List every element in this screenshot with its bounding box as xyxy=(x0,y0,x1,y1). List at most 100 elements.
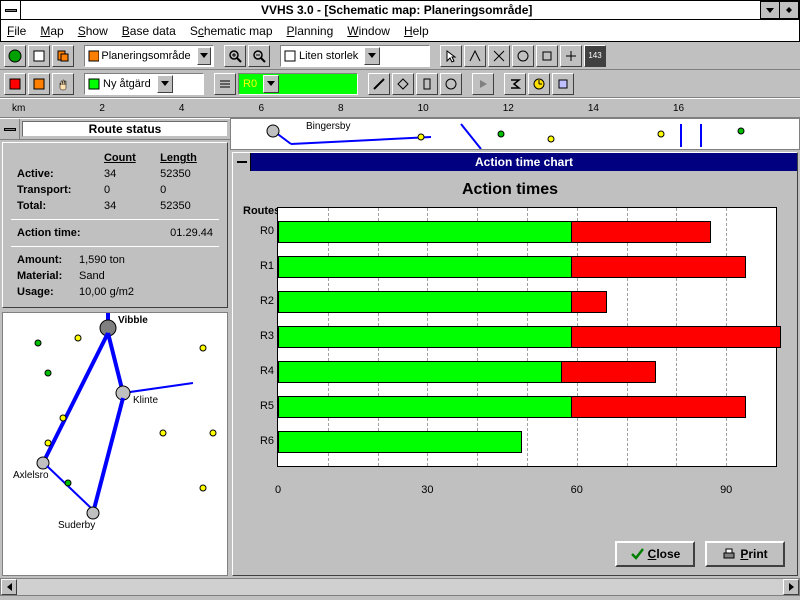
menu-schematic-map[interactable]: Schematic map xyxy=(190,24,273,38)
size-combo-text: Liten storlek xyxy=(297,50,364,62)
bar-label: R0 xyxy=(250,225,274,237)
play-icon[interactable] xyxy=(472,73,494,95)
bar-segment-green xyxy=(278,256,572,278)
list-icon[interactable] xyxy=(214,73,236,95)
value-total-count: 34 xyxy=(100,199,154,213)
tool-c2-icon[interactable] xyxy=(416,73,438,95)
tool-x5-icon[interactable] xyxy=(560,45,582,67)
line-icon[interactable] xyxy=(368,73,390,95)
chart-window: Action time chart Action times Routes 03… xyxy=(232,152,798,576)
route-status-panel: Count Length Active: 34 52350 Transport:… xyxy=(2,142,228,308)
dropdown-icon[interactable] xyxy=(364,47,380,65)
label-amount: Amount: xyxy=(13,253,73,267)
dropdown-icon[interactable] xyxy=(157,75,173,93)
menu-show[interactable]: Show xyxy=(78,24,108,38)
menu-file[interactable]: File xyxy=(7,24,26,38)
size-combo[interactable]: Liten storlek xyxy=(280,45,430,67)
schematic-map[interactable]: Vibble Klinte Axlelsro Suderby xyxy=(2,312,228,576)
tool-copy-icon[interactable] xyxy=(52,45,74,67)
right-panel: Bingersby Action time chart Action times… xyxy=(230,118,800,578)
print-button[interactable]: Print xyxy=(705,541,785,567)
action-combo[interactable]: Ny åtgärd xyxy=(84,73,204,95)
bar-segment-green xyxy=(278,396,572,418)
bar-segment-green xyxy=(278,221,572,243)
map-label: Axlelsro xyxy=(13,470,49,481)
bar-segment-red xyxy=(572,221,711,243)
chart-window-title: Action time chart xyxy=(251,155,797,169)
bar-segment-red xyxy=(572,396,746,418)
tool-x1-icon[interactable] xyxy=(464,45,486,67)
system-menu-icon[interactable] xyxy=(1,1,21,19)
value-transport-length: 0 xyxy=(156,183,217,197)
bar-label: R6 xyxy=(250,435,274,447)
route-status-title: Route status xyxy=(22,121,228,137)
scroll-left-icon[interactable] xyxy=(1,579,17,595)
toolbar-2: Ny åtgärd R0 xyxy=(0,70,800,98)
area-combo-text: Planeringsområde xyxy=(99,50,196,62)
header-length: Length xyxy=(156,151,217,165)
label-usage: Usage: xyxy=(13,285,73,299)
zoom-out-icon[interactable] xyxy=(248,45,270,67)
tool-x4-icon[interactable] xyxy=(536,45,558,67)
bar-row: R4 xyxy=(278,361,656,383)
tool-c3-icon[interactable] xyxy=(440,73,462,95)
dropdown-icon[interactable] xyxy=(197,47,211,65)
value-total-length: 52350 xyxy=(156,199,217,213)
left-panel: Route status Count Length Active: 34 523… xyxy=(0,118,230,578)
menu-map[interactable]: Map xyxy=(40,24,63,38)
bar-segment-green xyxy=(278,326,572,348)
zoom-in-icon[interactable] xyxy=(224,45,246,67)
tool-x3-icon[interactable] xyxy=(512,45,534,67)
pointer-icon[interactable] xyxy=(440,45,462,67)
sigma-icon[interactable] xyxy=(504,73,526,95)
menu-help[interactable]: Help xyxy=(404,24,429,38)
bar-row: R1 xyxy=(278,256,746,278)
tool-map-icon[interactable] xyxy=(28,45,50,67)
minimize-button[interactable] xyxy=(760,1,780,19)
marker-icon[interactable] xyxy=(552,73,574,95)
bar-segment-red xyxy=(572,326,781,348)
map-label: Vibble xyxy=(118,315,148,326)
bar-segment-red xyxy=(562,361,657,383)
x-tick: 30 xyxy=(421,484,433,496)
overview-strip[interactable]: Bingersby xyxy=(230,118,800,150)
menu-window[interactable]: Window xyxy=(347,24,390,38)
route-combo-text: R0 xyxy=(241,78,263,90)
menu-planning[interactable]: Planning xyxy=(287,24,334,38)
tool-a-icon[interactable] xyxy=(4,73,26,95)
bar-label: R5 xyxy=(250,400,274,412)
value-action-time: 01.29.44 xyxy=(133,226,217,240)
tool-world-icon[interactable] xyxy=(4,45,26,67)
panel-sysmenu-icon[interactable] xyxy=(0,119,20,139)
ruler-tick: 14 xyxy=(588,103,599,114)
value-amount: 1,590 ton xyxy=(75,253,217,267)
bar-segment-green xyxy=(278,431,522,453)
tool-x2-icon[interactable] xyxy=(488,45,510,67)
hand-icon[interactable] xyxy=(52,73,74,95)
route-combo[interactable]: R0 xyxy=(238,73,358,95)
ruler-tick: 2 xyxy=(99,103,105,114)
bar-segment-red xyxy=(572,256,746,278)
scroll-right-icon[interactable] xyxy=(783,579,799,595)
ruler-tick: 8 xyxy=(338,103,344,114)
menu-base-data[interactable]: Base data xyxy=(122,24,176,38)
tool-c1-icon[interactable] xyxy=(392,73,414,95)
titlebar: VVHS 3.0 - [Schematic map: Planeringsomr… xyxy=(0,0,800,20)
printer-icon xyxy=(722,547,736,561)
bar-segment-green xyxy=(278,361,562,383)
bar-row: R5 xyxy=(278,396,746,418)
dropdown-icon[interactable] xyxy=(263,75,279,93)
maximize-button[interactable] xyxy=(779,1,799,19)
tool-x6-icon[interactable]: 143 xyxy=(584,45,606,67)
ruler-tick: 4 xyxy=(179,103,185,114)
close-button[interactable]: Close xyxy=(615,541,695,567)
bar-row: R6 xyxy=(278,431,522,453)
bar-segment-red xyxy=(572,291,607,313)
tool-b-icon[interactable] xyxy=(28,73,50,95)
horizontal-scrollbar[interactable] xyxy=(0,578,800,596)
bar-row: R3 xyxy=(278,326,781,348)
clock-icon[interactable] xyxy=(528,73,550,95)
label-active: Active: xyxy=(13,167,98,181)
area-combo[interactable]: Planeringsområde xyxy=(84,45,214,67)
chart-sysmenu-icon[interactable] xyxy=(233,153,251,171)
